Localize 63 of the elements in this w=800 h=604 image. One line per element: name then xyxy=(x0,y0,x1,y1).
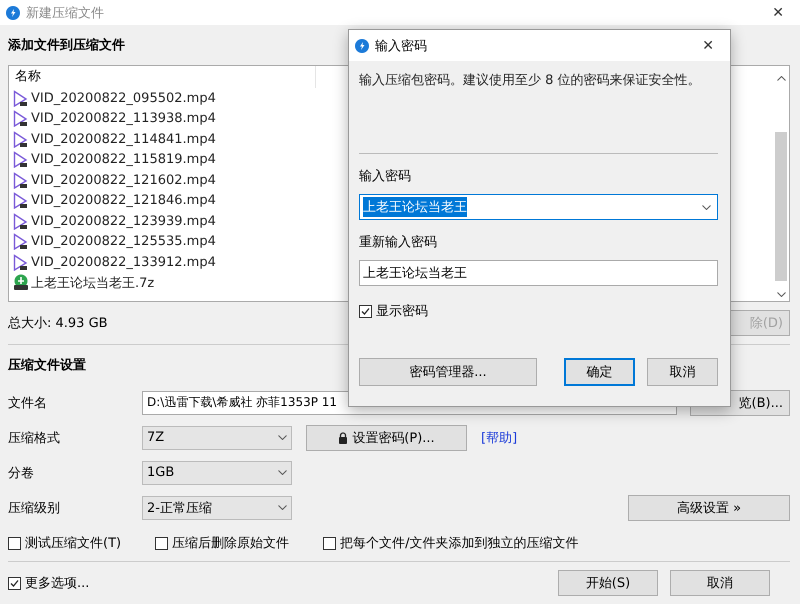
video-file-icon xyxy=(13,172,29,189)
video-file-icon xyxy=(13,110,29,128)
help-link[interactable]: [帮助] xyxy=(481,428,518,446)
field-label: 压缩级别 xyxy=(8,500,61,516)
app-icon xyxy=(355,38,369,52)
dialog-button[interactable]: 密码管理器... xyxy=(359,358,537,386)
total-size: 总大小: 4.93 GB xyxy=(8,315,108,332)
field-label: 重新输入密码 xyxy=(359,234,438,252)
check-icon xyxy=(361,306,370,316)
file-name[interactable]: VID_20200822_114841.mp4 xyxy=(31,132,216,147)
dialog-button[interactable]: 开始(S) xyxy=(558,570,658,596)
file-name[interactable]: VID_20200822_095502.mp4 xyxy=(31,90,216,106)
volume-select[interactable]: 1GB xyxy=(142,460,292,484)
advanced-settings-button[interactable]: 高级设置 » xyxy=(628,494,790,520)
chevron-down-icon xyxy=(776,292,786,297)
column-header[interactable]: 名称 xyxy=(9,66,316,88)
file-name[interactable]: VID_20200822_121846.mp4 xyxy=(31,193,216,208)
archive-file-icon xyxy=(13,274,29,292)
video-file-icon xyxy=(13,192,29,210)
section-heading: 压缩文件设置 xyxy=(8,356,86,374)
video-file-icon xyxy=(13,233,29,250)
field-label: 输入密码 xyxy=(359,168,412,186)
file-name[interactable]: 上老王论坛当老王.7z xyxy=(31,274,154,292)
check-icon xyxy=(10,578,19,588)
dialog-title: 输入密码 xyxy=(375,38,428,54)
video-file-icon xyxy=(13,254,29,271)
video-file-icon xyxy=(13,151,29,168)
chevron-down-icon xyxy=(702,204,711,210)
dialog-description: 输入压缩包密码。建议使用至少 8 位的密码来保证安全性。 xyxy=(359,72,702,90)
window-title: 新建压缩文件 xyxy=(26,4,105,22)
app-icon xyxy=(6,6,20,20)
dialog-button[interactable]: 取消 xyxy=(647,358,718,386)
field-label: 文件名 xyxy=(8,394,48,412)
section-heading: 添加文件到压缩文件 xyxy=(8,36,125,54)
level-select[interactable]: 2-正常压缩 xyxy=(142,496,292,520)
confirm-password-field[interactable]: 上老王论坛当老王 xyxy=(359,260,718,286)
dialog-button[interactable]: 取消 xyxy=(670,570,770,596)
format-select[interactable]: 7Z xyxy=(142,426,292,450)
file-name[interactable]: VID_20200822_123939.mp4 xyxy=(31,214,216,229)
file-name[interactable]: VID_20200822_121602.mp4 xyxy=(31,172,216,188)
option-checkbox[interactable]: 把每个文件/文件夹添加到独立的压缩文件 xyxy=(323,534,578,552)
chevron-down-icon xyxy=(278,470,287,475)
more-options-checkbox[interactable]: 更多选项... xyxy=(8,574,90,592)
close-button[interactable]: ✕ xyxy=(762,4,794,20)
file-name[interactable]: VID_20200822_113938.mp4 xyxy=(31,111,216,126)
chevron-up-icon xyxy=(776,76,786,82)
file-name[interactable]: VID_20200822_133912.mp4 xyxy=(31,254,216,270)
field-label: 压缩格式 xyxy=(8,430,61,446)
set-password-button[interactable]: 设置密码(P)... xyxy=(306,424,467,450)
video-file-icon xyxy=(13,212,29,230)
video-file-icon xyxy=(13,130,29,148)
video-file-icon xyxy=(13,90,29,107)
file-name[interactable]: VID_20200822_115819.mp4 xyxy=(31,152,216,168)
option-checkbox[interactable]: 压缩后删除原始文件 xyxy=(155,534,290,552)
close-button[interactable]: ✕ xyxy=(692,38,724,54)
dialog-button[interactable]: 确定 xyxy=(564,358,635,386)
password-field[interactable]: 上老王论坛当老王 xyxy=(359,194,718,220)
field-label: 分卷 xyxy=(8,464,35,482)
lock-icon xyxy=(338,432,348,444)
option-checkbox[interactable]: 测试压缩文件(T) xyxy=(8,534,122,552)
chevron-down-icon xyxy=(278,435,287,440)
chevron-down-icon xyxy=(278,505,287,510)
file-name[interactable]: VID_20200822_125535.mp4 xyxy=(31,234,216,250)
